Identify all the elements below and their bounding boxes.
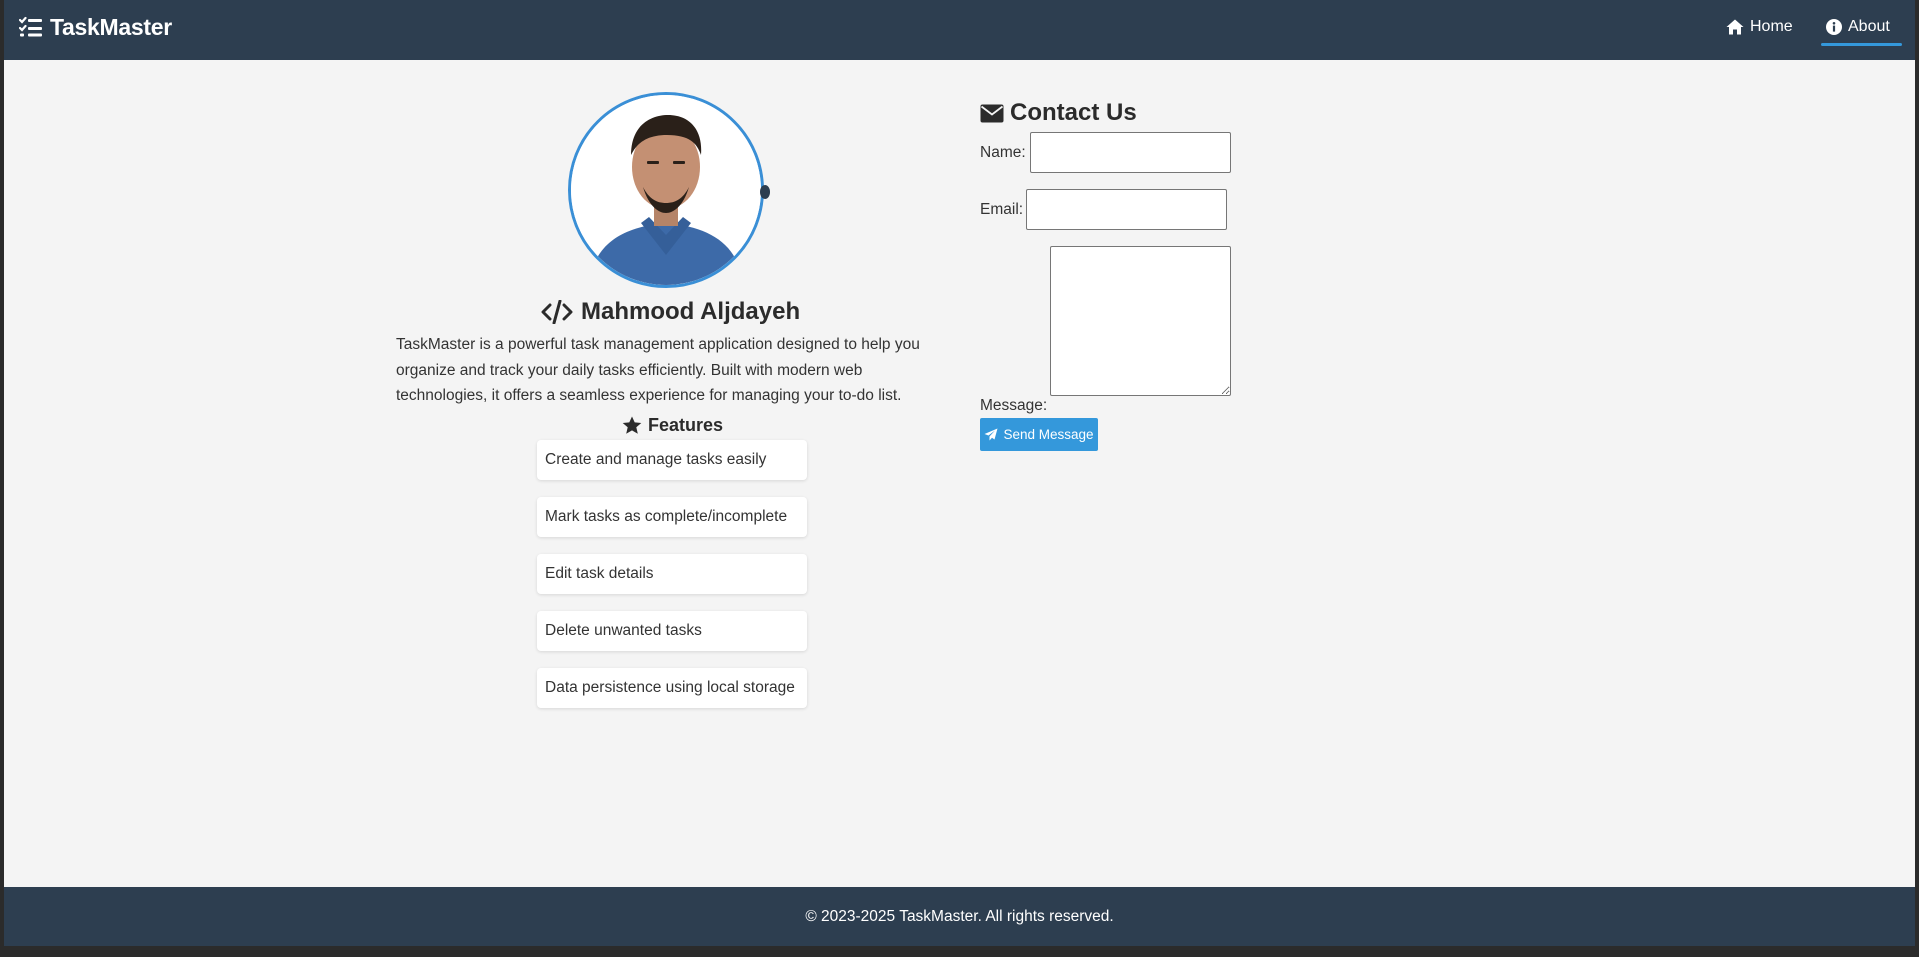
app-description: TaskMaster is a powerful task management… bbox=[396, 336, 920, 404]
avatar-dot bbox=[760, 185, 770, 199]
nav-link-about-label: About bbox=[1848, 18, 1890, 35]
contact-title-text: Contact Us bbox=[1010, 99, 1137, 126]
home-icon bbox=[1726, 19, 1744, 35]
email-label: Email: bbox=[980, 201, 1024, 218]
list-check-icon bbox=[19, 16, 42, 37]
message-textarea[interactable] bbox=[1050, 246, 1231, 396]
name-label: Name: bbox=[980, 144, 1026, 161]
nav-link-home[interactable]: Home bbox=[1726, 14, 1793, 40]
feature-item: Data persistence using local storage bbox=[537, 668, 807, 708]
send-message-button[interactable]: Send Message bbox=[980, 418, 1098, 451]
send-button-label: Send Message bbox=[1003, 427, 1094, 442]
feature-item: Mark tasks as complete/incomplete bbox=[537, 497, 807, 537]
features-title-text: Features bbox=[648, 414, 724, 435]
active-nav-indicator bbox=[1821, 43, 1902, 46]
profile-name: Mahmood Aljdayeh bbox=[541, 296, 800, 328]
brand-logo[interactable]: TaskMaster bbox=[19, 12, 172, 42]
copyright-text: © 2023-2025 TaskMaster. All rights reser… bbox=[805, 907, 1114, 925]
feature-item: Create and manage tasks easily bbox=[537, 440, 807, 480]
star-icon bbox=[622, 416, 642, 434]
paper-plane-icon bbox=[984, 428, 998, 441]
feature-item: Edit task details bbox=[537, 554, 807, 594]
name-input[interactable] bbox=[1030, 132, 1231, 173]
contact-heading: Contact Us bbox=[980, 98, 1137, 128]
footer: © 2023-2025 TaskMaster. All rights reser… bbox=[4, 887, 1915, 946]
info-circle-icon bbox=[1826, 19, 1842, 35]
profile-name-text: Mahmood Aljdayeh bbox=[581, 298, 801, 325]
feature-list: Create and manage tasks easily Mark task… bbox=[537, 440, 807, 725]
message-label: Message: bbox=[980, 397, 1048, 414]
features-heading: Features bbox=[622, 413, 723, 437]
feature-item: Delete unwanted tasks bbox=[537, 611, 807, 651]
brand-name: TaskMaster bbox=[50, 13, 172, 40]
profile-avatar bbox=[568, 92, 764, 288]
profile-photo bbox=[571, 95, 761, 285]
app-window: TaskMaster Home About Mahmood Aljdayeh T… bbox=[4, 0, 1915, 946]
code-icon bbox=[541, 300, 573, 324]
nav-link-home-label: Home bbox=[1750, 18, 1793, 35]
nav-link-about[interactable]: About bbox=[1826, 14, 1890, 40]
navbar: TaskMaster Home About bbox=[4, 0, 1915, 60]
email-input[interactable] bbox=[1026, 189, 1227, 230]
envelope-icon bbox=[980, 104, 1004, 122]
